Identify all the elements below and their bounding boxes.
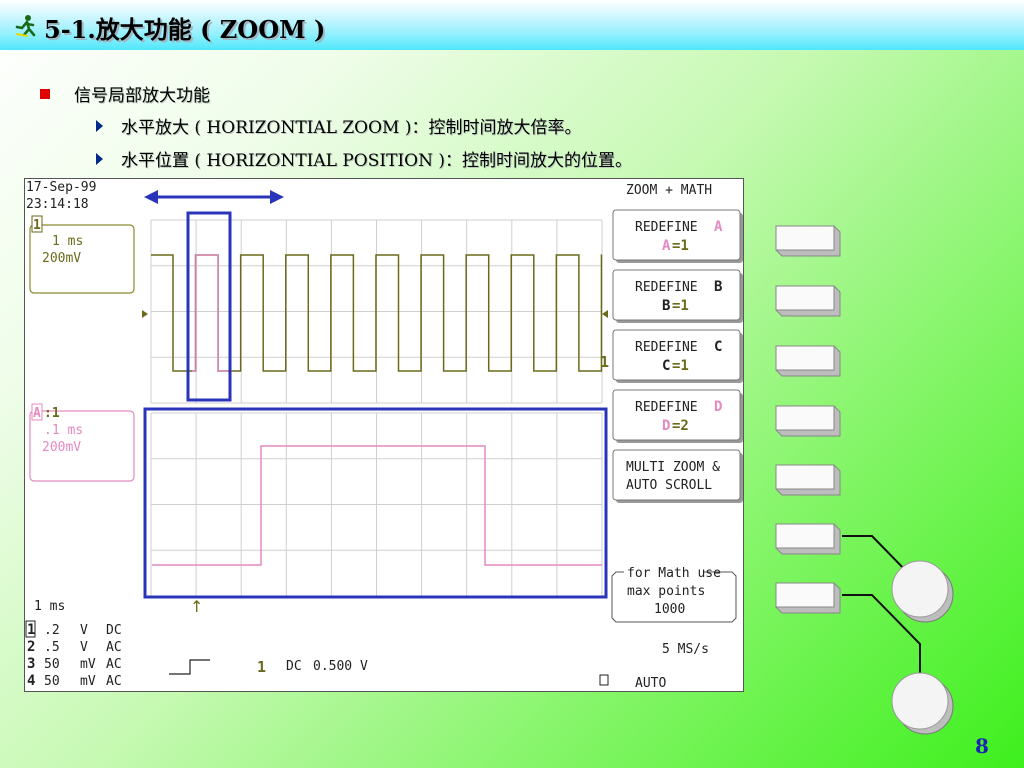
title-bar: 5-1.放大功能 ( ZOOM ) [0, 0, 1024, 50]
sample-rate: 5 MS/s [662, 642, 709, 657]
multi-zoom-line2: AUTO SCROLL [626, 478, 712, 493]
hardware-softkey-5[interactable] [774, 464, 842, 496]
sub-bullet-1: 水平放大 ( HORIZONTIAL ZOOM )：控制时间放大倍率。 [96, 113, 582, 138]
scope-date: 17-Sep-99 [26, 180, 96, 195]
square-bullet-icon [40, 88, 50, 99]
ch1-badge: 1 [33, 218, 41, 233]
channel-unit: mV [80, 674, 96, 689]
scope-time: 23:14:18 [26, 197, 89, 212]
trigger-source: 1 [257, 658, 266, 676]
channel-coupling: DC [106, 623, 122, 638]
math-note-line3: 1000 [654, 602, 685, 617]
redefine-assign: D [662, 418, 670, 434]
channel-num: 3 [27, 656, 35, 672]
redefine-label: REDEFINE [635, 280, 698, 295]
hardware-softkey-4[interactable] [774, 405, 842, 437]
channel-volts: .2 [44, 623, 60, 638]
zoom-a-info-box[interactable]: A :1 .1 ms 200mV [29, 403, 135, 482]
redefine-letter: A [714, 219, 723, 235]
ch1-info-box[interactable]: 1 1 ms 200mV [29, 215, 135, 294]
channel-volts: 50 [44, 674, 60, 689]
channel-unit: mV [80, 657, 96, 672]
channel-coupling: AC [106, 657, 122, 672]
trigger-level: 0.500 V [313, 659, 368, 674]
channel-coupling: AC [106, 640, 122, 655]
scope-mode-header: ZOOM + MATH [626, 183, 712, 198]
ch1-trace-marker: 1 [600, 353, 609, 371]
main-bullet-text: 信号局部放大功能 [74, 86, 210, 106]
hardware-softkey-1[interactable] [774, 225, 842, 257]
redefine-a-softkey[interactable]: REDEFINE AA =1 [612, 209, 743, 263]
redefine-b-softkey[interactable]: REDEFINE BB =1 [612, 269, 743, 323]
redefine-c-softkey[interactable]: REDEFINE CC =1 [612, 329, 743, 383]
main-bullet: 信号局部放大功能 [40, 81, 210, 106]
channel-volts: .5 [44, 640, 60, 655]
zoom-a-timebase: .1 ms [44, 423, 83, 438]
redefine-value: =1 [672, 238, 689, 254]
channel-num: 4 [27, 673, 35, 689]
channel-num: 1 [27, 622, 35, 638]
redefine-value: =1 [672, 358, 689, 374]
sub-bullet-1-text: 水平放大 ( HORIZONTIAL ZOOM )：控制时间放大倍率。 [121, 118, 582, 138]
redefine-letter: D [714, 399, 722, 415]
trigger-mode: AUTO [635, 676, 666, 691]
redefine-assign: C [662, 358, 670, 374]
multi-zoom-softkey[interactable]: MULTI ZOOM & AUTO SCROLL [612, 449, 743, 503]
hardware-softkey-7[interactable] [774, 582, 842, 614]
multi-zoom-line1: MULTI ZOOM & [626, 460, 720, 475]
running-figure-icon [15, 15, 36, 37]
slide-title: 5-1.放大功能 ( ZOOM ) [44, 15, 326, 44]
channel-volts: 50 [44, 657, 60, 672]
channel-unit: V [80, 623, 88, 638]
channel-coupling: AC [106, 674, 122, 689]
page-number: 8 [975, 734, 989, 758]
sub-bullet-2-text: 水平位置 ( HORIZONTIAL POSITION )：控制时间放大的位置。 [121, 151, 633, 171]
redefine-value: =2 [672, 418, 689, 434]
redefine-label: REDEFINE [635, 220, 698, 235]
redefine-assign: B [662, 298, 670, 314]
channel-num: 2 [27, 639, 35, 655]
knob-panel [842, 535, 954, 735]
hardware-softkey-2[interactable] [774, 285, 842, 317]
redefine-label: REDEFINE [635, 400, 698, 415]
redefine-label: REDEFINE [635, 340, 698, 355]
ch1-timebase: 1 ms [52, 234, 83, 249]
triangle-bullet-icon [96, 119, 103, 132]
sub-bullet-2: 水平位置 ( HORIZONTIAL POSITION )：控制时间放大的位置。 [96, 146, 632, 171]
ch1-volts: 200mV [42, 251, 81, 266]
triangle-bullet-icon [96, 152, 103, 165]
horizontal-zoom-knob[interactable] [891, 560, 954, 623]
trigger-position-arrow: ↑ [190, 597, 203, 616]
trigger-coupling: DC [286, 659, 302, 674]
channel-unit: V [80, 640, 88, 655]
timebase-readout: 1 ms [34, 599, 65, 614]
zoom-a-badge: A [33, 406, 41, 421]
zoom-a-volts: 200mV [42, 440, 81, 455]
hardware-softkey-3[interactable] [774, 345, 842, 377]
hardware-softkey-6[interactable] [774, 523, 842, 555]
redefine-letter: B [714, 279, 722, 295]
math-note-line1: for Math use [627, 566, 721, 581]
math-note-line2: max points [627, 584, 705, 599]
redefine-d-softkey[interactable]: REDEFINE DD =2 [612, 389, 743, 443]
oscilloscope-screen: 17-Sep-99 23:14:18 ZOOM + MATH 1 1 1 ms … [24, 178, 744, 692]
redefine-value: =1 [672, 298, 689, 314]
softkey-menu: REDEFINE AA =1REDEFINE BB =1REDEFINE CC =1REDE… [612, 209, 743, 503]
horizontal-position-knob[interactable] [891, 672, 954, 735]
redefine-letter: C [714, 339, 722, 355]
zoom-a-suffix: :1 [44, 406, 60, 421]
redefine-assign: A [662, 238, 671, 254]
